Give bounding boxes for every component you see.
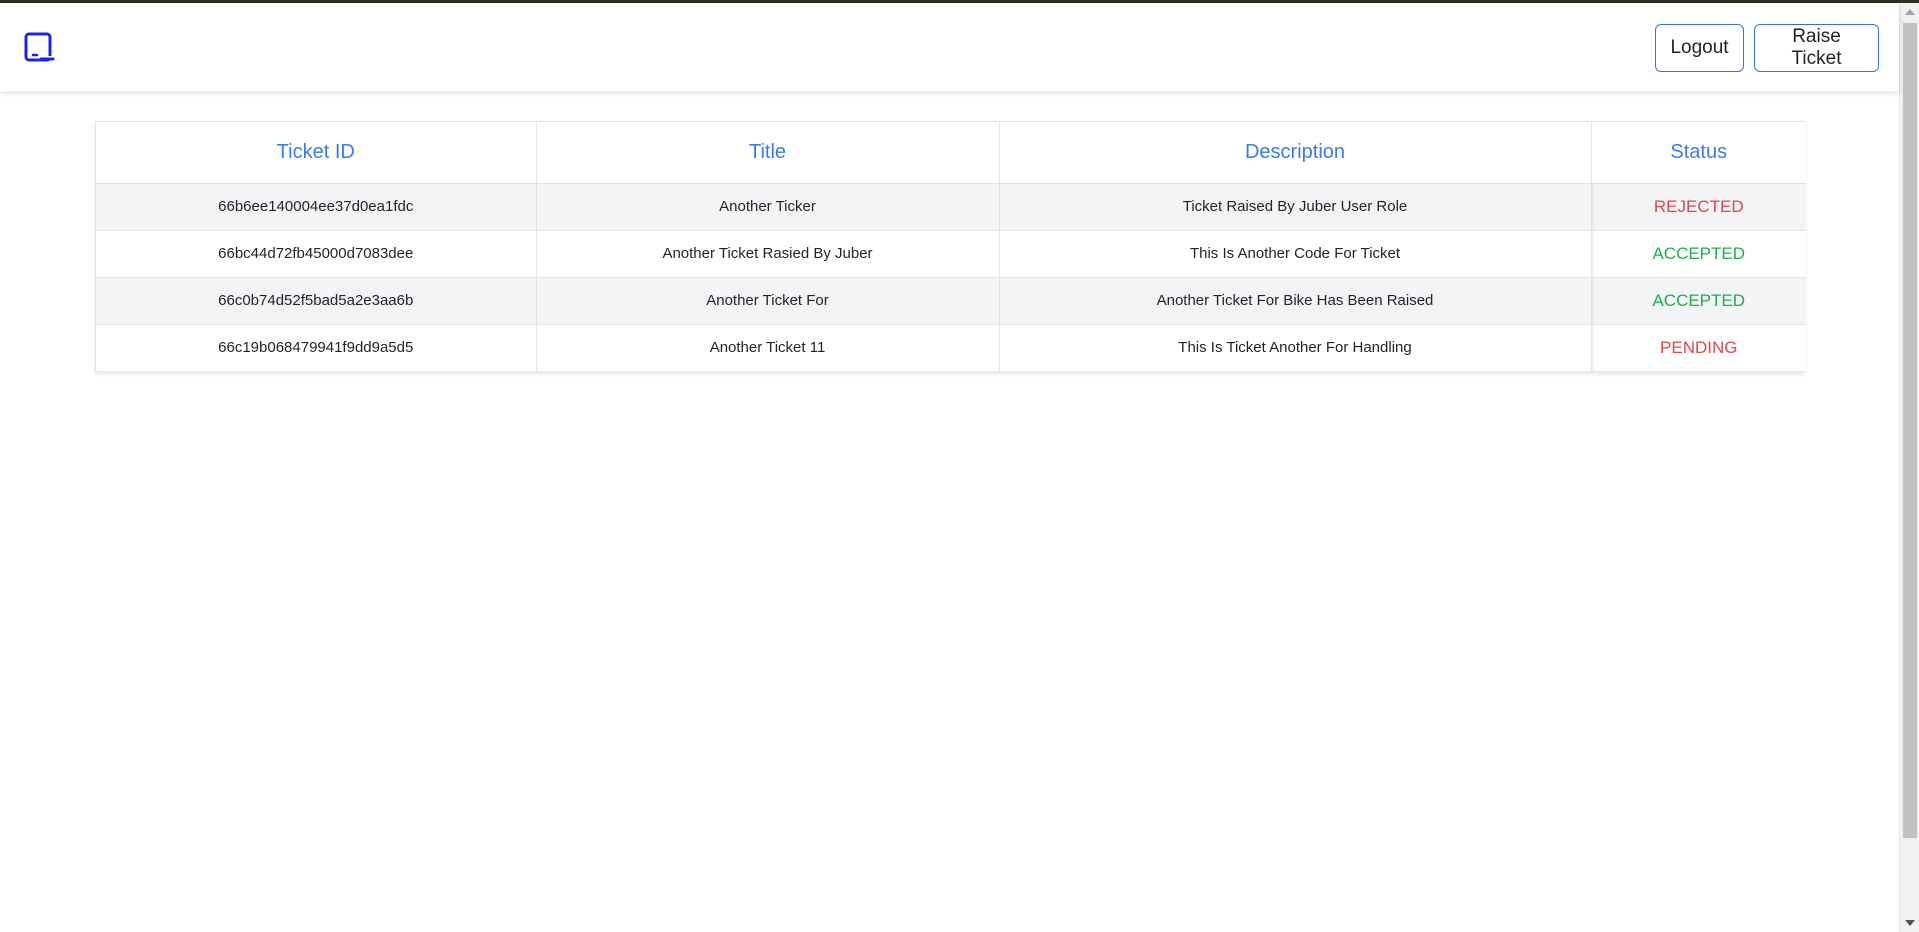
table-row[interactable]: 66c19b068479941f9dd9a5d5 Another Ticket … <box>96 324 1806 371</box>
status-badge: ACCEPTED <box>1591 230 1806 278</box>
title-cell: Another Ticker <box>536 183 1000 231</box>
table-row[interactable]: 66bc44d72fb45000d7083dee Another Ticket … <box>96 230 1806 278</box>
ticket-id-cell: 66bc44d72fb45000d7083dee <box>96 230 537 278</box>
status-badge: REJECTED <box>1591 183 1806 231</box>
description-cell: Ticket Raised By Juber User Role <box>999 183 1592 231</box>
status-badge: ACCEPTED <box>1591 277 1806 325</box>
scrollbar-thumb[interactable] <box>1903 23 1917 838</box>
description-cell: This Is Ticket Another For Handling <box>999 324 1592 371</box>
nav-actions: Logout Raise Ticket <box>1655 24 1879 72</box>
table-row[interactable]: 66c0b74d52f5bad5a2e3aa6b Another Ticket … <box>96 277 1806 325</box>
tickets-table: Ticket ID Title Description Status 66b6e… <box>95 121 1806 372</box>
title-cell: Another Ticket For <box>536 277 1000 325</box>
column-header-description[interactable]: Description <box>999 122 1592 184</box>
page: Logout Raise Ticket Ticket ID Title Desc… <box>0 3 1899 932</box>
title-cell: Another Ticket Rasied By Juber <box>536 230 1000 278</box>
column-header-status[interactable]: Status <box>1591 122 1806 184</box>
table-header-row: Ticket ID Title Description Status <box>96 122 1806 184</box>
navbar: Logout Raise Ticket <box>0 3 1899 91</box>
description-cell: This Is Another Code For Ticket <box>999 230 1592 278</box>
vertical-scrollbar[interactable] <box>1899 3 1919 932</box>
table-row[interactable]: 66b6ee140004ee37d0ea1fdc Another Ticker … <box>96 183 1806 231</box>
tablet-icon[interactable] <box>24 32 56 64</box>
column-header-ticket-id[interactable]: Ticket ID <box>96 122 537 184</box>
title-cell: Another Ticket 11 <box>536 324 1000 371</box>
status-badge: PENDING <box>1591 324 1806 371</box>
scroll-down-arrow-icon[interactable] <box>1905 920 1915 926</box>
logout-button[interactable]: Logout <box>1655 24 1744 72</box>
ticket-id-cell: 66b6ee140004ee37d0ea1fdc <box>96 183 537 231</box>
ticket-id-cell: 66c19b068479941f9dd9a5d5 <box>96 324 537 371</box>
ticket-id-cell: 66c0b74d52f5bad5a2e3aa6b <box>96 277 537 325</box>
raise-ticket-button[interactable]: Raise Ticket <box>1754 24 1879 72</box>
column-header-title[interactable]: Title <box>536 122 1000 184</box>
scroll-up-arrow-icon[interactable] <box>1905 9 1915 15</box>
description-cell: Another Ticket For Bike Has Been Raised <box>999 277 1592 325</box>
